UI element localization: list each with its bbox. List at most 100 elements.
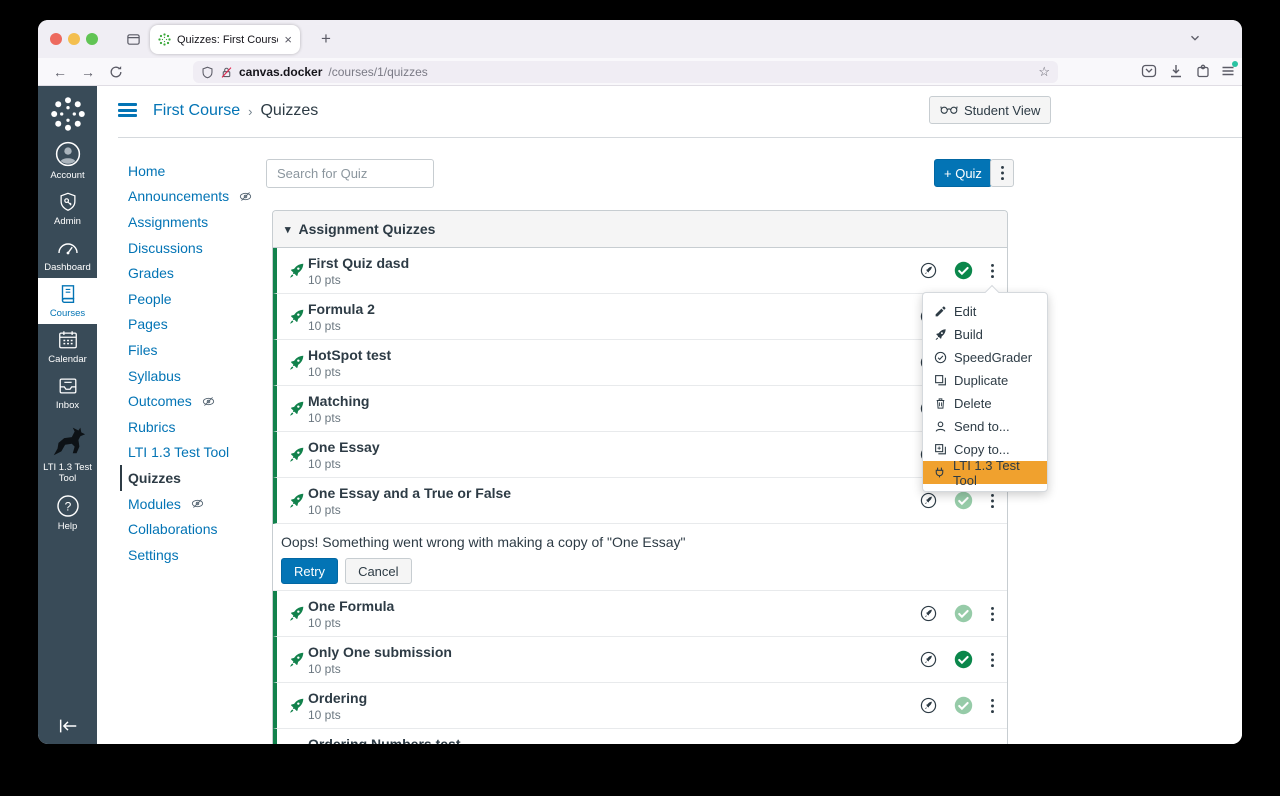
menu-item-lti-test-tool[interactable]: LTI 1.3 Test Tool: [923, 458, 1047, 488]
sidebar-item-account[interactable]: Account: [38, 136, 97, 186]
quiz-row[interactable]: Ordering 10 pts: [273, 683, 1007, 729]
url-bar[interactable]: canvas.docker/courses/1/quizzes ☆: [193, 61, 1058, 83]
quiz-row[interactable]: Formula 2 10 pts: [273, 294, 1007, 340]
quiz-row[interactable]: One Essay and a True or False 10 pts: [273, 478, 1007, 524]
course-nav-quizzes[interactable]: Quizzes: [120, 465, 278, 491]
retry-button[interactable]: Retry: [281, 558, 339, 584]
sidebar-item-courses[interactable]: Courses: [38, 278, 97, 324]
forward-button[interactable]: →: [76, 61, 100, 83]
published-check-icon[interactable]: [954, 650, 973, 669]
quiz-title[interactable]: One Essay: [308, 439, 380, 455]
firefox-view-button[interactable]: [122, 28, 144, 50]
breadcrumb-course-link[interactable]: First Course: [153, 102, 240, 120]
course-nav-modules[interactable]: Modules: [128, 491, 278, 517]
quiz-kebab-menu-button[interactable]: [990, 493, 995, 509]
published-check-icon[interactable]: [954, 491, 973, 510]
tracking-shield-icon[interactable]: [201, 66, 214, 79]
quiz-row[interactable]: One Essay 10 pts: [273, 432, 1007, 478]
quiz-kebab-menu-button[interactable]: [990, 698, 995, 714]
course-nav-grades[interactable]: Grades: [128, 260, 278, 286]
bookmark-star-icon[interactable]: ☆: [1038, 64, 1050, 80]
back-button[interactable]: ←: [48, 61, 72, 83]
menu-item-build[interactable]: Build: [923, 323, 1047, 346]
menu-item-delete[interactable]: Delete: [923, 392, 1047, 415]
course-nav-collaborations[interactable]: Collaborations: [128, 516, 278, 542]
course-nav-assignments[interactable]: Assignments: [128, 209, 278, 235]
sidebar-item-calendar[interactable]: Calendar: [38, 324, 97, 370]
collapse-global-nav-button[interactable]: [38, 718, 97, 734]
quiz-title[interactable]: HotSpot test: [308, 347, 391, 363]
close-window-button[interactable]: [50, 33, 62, 45]
published-check-icon[interactable]: [954, 696, 973, 715]
published-check-icon[interactable]: [954, 604, 973, 623]
course-nav-settings[interactable]: Settings: [128, 542, 278, 568]
course-nav-discussions[interactable]: Discussions: [128, 235, 278, 261]
reload-button[interactable]: [104, 61, 128, 83]
course-nav-syllabus[interactable]: Syllabus: [128, 363, 278, 389]
quiz-kebab-menu-button[interactable]: [990, 606, 995, 622]
course-nav-people[interactable]: People: [128, 286, 278, 312]
add-quiz-button[interactable]: + Quiz: [934, 159, 992, 187]
menu-item-send-to[interactable]: Send to...: [923, 415, 1047, 438]
course-nav-outcomes[interactable]: Outcomes: [128, 388, 278, 414]
collapse-caret-icon: ▾: [285, 223, 291, 236]
search-input[interactable]: [266, 159, 434, 188]
quiz-engine-icon[interactable]: [920, 605, 937, 622]
app-menu-button[interactable]: [1220, 61, 1238, 79]
course-nav-pages[interactable]: Pages: [128, 312, 278, 338]
sidebar-item-admin[interactable]: Admin: [38, 186, 97, 232]
tab-overflow-button[interactable]: [1188, 31, 1202, 45]
menu-item-edit[interactable]: Edit: [923, 300, 1047, 323]
new-tab-button[interactable]: +: [314, 27, 338, 51]
sidebar-item-help[interactable]: ? Help: [38, 489, 97, 537]
published-check-icon[interactable]: [954, 261, 973, 280]
student-view-label: Student View: [964, 102, 1041, 118]
canvas-logo-icon[interactable]: [50, 96, 86, 132]
sidebar-item-inbox[interactable]: Inbox: [38, 370, 97, 416]
quiz-row-partial[interactable]: Ordering Numbers test 10 pts: [273, 729, 1007, 744]
quiz-row[interactable]: Only One submission 10 pts: [273, 637, 1007, 683]
quiz-title[interactable]: Matching: [308, 393, 369, 409]
student-view-button[interactable]: Student View: [929, 96, 1052, 124]
quiz-engine-icon[interactable]: [920, 492, 937, 509]
course-nav-files[interactable]: Files: [128, 337, 278, 363]
sidebar-item-label: Calendar: [48, 354, 87, 365]
quiz-title[interactable]: Ordering: [308, 690, 367, 706]
pocket-button[interactable]: [1141, 63, 1157, 79]
quiz-row[interactable]: First Quiz dasd 10 pts: [273, 248, 1007, 294]
sidebar-item-lti-test-tool[interactable]: LTI 1.3 Test Tool: [38, 416, 97, 489]
sidebar-item-dashboard[interactable]: Dashboard: [38, 232, 97, 278]
quiz-kebab-menu-button[interactable]: [990, 652, 995, 668]
course-nav-home[interactable]: Home: [128, 158, 278, 184]
course-nav-rubrics[interactable]: Rubrics: [128, 414, 278, 440]
quizzes-options-button[interactable]: [990, 159, 1014, 187]
quiz-title[interactable]: Only One submission: [308, 644, 452, 660]
insecure-lock-icon[interactable]: [220, 66, 233, 79]
extensions-button[interactable]: [1195, 63, 1211, 79]
course-nav-toggle-button[interactable]: [118, 103, 137, 117]
quiz-title[interactable]: One Essay and a True or False: [308, 485, 511, 501]
quiz-kebab-menu-button[interactable]: [990, 263, 995, 279]
quiz-title[interactable]: One Formula: [308, 598, 394, 614]
menu-item-duplicate[interactable]: Duplicate: [923, 369, 1047, 392]
browser-tab[interactable]: Quizzes: First Course ×: [150, 25, 300, 54]
quiz-engine-icon[interactable]: [920, 262, 937, 279]
quiz-engine-icon[interactable]: [920, 651, 937, 668]
quiz-row[interactable]: Matching 10 pts: [273, 386, 1007, 432]
cancel-button[interactable]: Cancel: [345, 558, 412, 584]
menu-item-speedgrader[interactable]: SpeedGrader: [923, 346, 1047, 369]
tab-close-button[interactable]: ×: [284, 32, 292, 47]
zoom-window-button[interactable]: [86, 33, 98, 45]
quiz-title[interactable]: Ordering Numbers test: [308, 736, 460, 744]
quiz-engine-icon[interactable]: [920, 697, 937, 714]
quiz-points: 10 pts: [308, 319, 341, 333]
quiz-title[interactable]: Formula 2: [308, 301, 375, 317]
minimize-window-button[interactable]: [68, 33, 80, 45]
course-nav-announcements[interactable]: Announcements: [128, 184, 278, 210]
quiz-group-header[interactable]: ▾ Assignment Quizzes: [273, 211, 1007, 248]
course-nav-lti-test-tool[interactable]: LTI 1.3 Test Tool: [128, 440, 278, 466]
quiz-row[interactable]: One Formula 10 pts: [273, 591, 1007, 637]
quiz-title[interactable]: First Quiz dasd: [308, 255, 409, 271]
quiz-row[interactable]: HotSpot test 10 pts: [273, 340, 1007, 386]
downloads-button[interactable]: [1168, 63, 1184, 79]
